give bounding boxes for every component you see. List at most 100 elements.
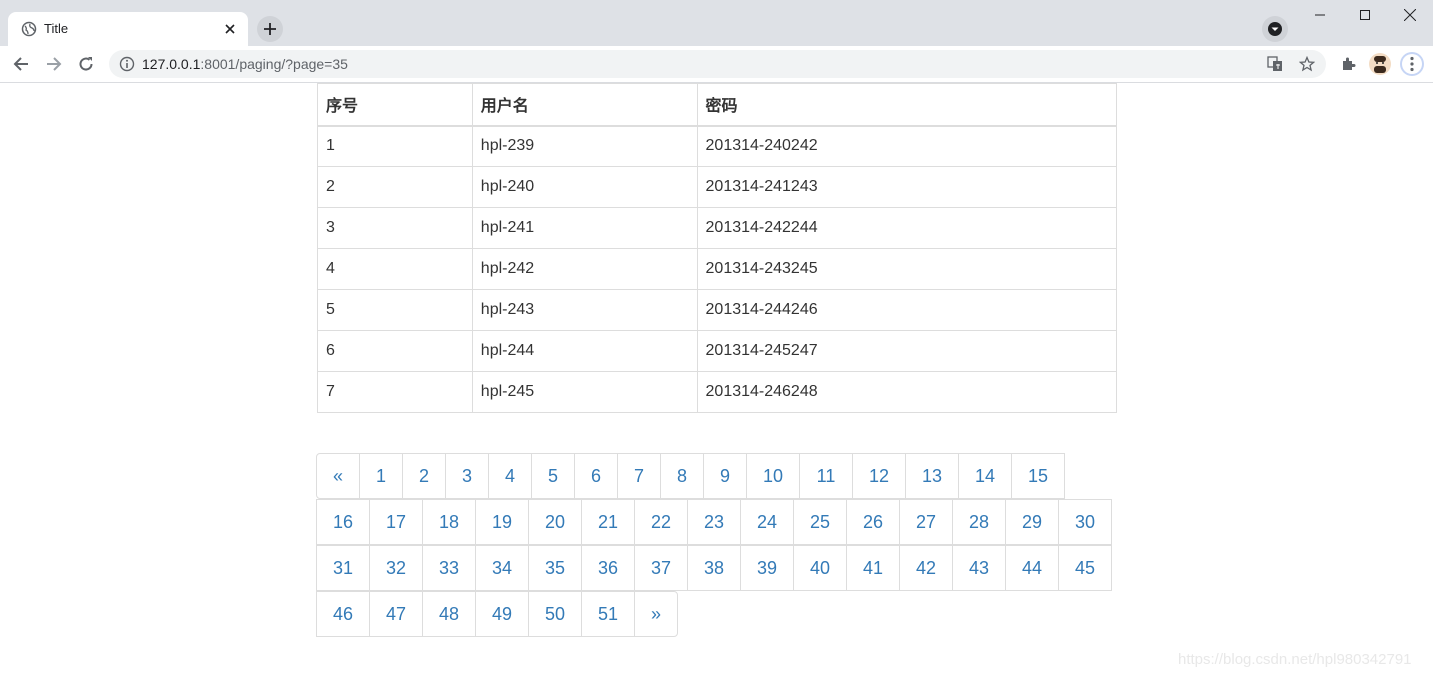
page-content: 序号 用户名 密码 1 hpl-239 201314-240242 2 hpl-240… <box>0 83 1433 679</box>
address-bar[interactable]: 127.0.0.1:8001/paging/?page=35 <box>109 50 1326 78</box>
table-row: 4 hpl-242 201314-243245 <box>317 248 1118 290</box>
cell-index: 7 <box>317 371 473 413</box>
pagination-page-23[interactable]: 23 <box>687 499 741 545</box>
pagination-page-5[interactable]: 5 <box>531 453 575 499</box>
table-row: 5 hpl-243 201314-244246 <box>317 289 1118 331</box>
pagination-page-32[interactable]: 32 <box>369 545 423 591</box>
pagination-page-9[interactable]: 9 <box>703 453 747 499</box>
pagination-page-46[interactable]: 46 <box>316 591 370 637</box>
more-menu-icon[interactable] <box>1400 52 1424 76</box>
pagination-page-47[interactable]: 47 <box>369 591 423 637</box>
table-row: 3 hpl-241 201314-242244 <box>317 207 1118 249</box>
pagination-page-39[interactable]: 39 <box>740 545 794 591</box>
pagination-page-19[interactable]: 19 <box>475 499 529 545</box>
pagination-page-33[interactable]: 33 <box>422 545 476 591</box>
cell-password: 201314-242244 <box>696 207 1118 249</box>
cell-password: 201314-246248 <box>696 371 1118 413</box>
pagination-page-35[interactable]: 35 <box>528 545 582 591</box>
info-icon[interactable] <box>119 56 135 72</box>
pagination-page-18[interactable]: 18 <box>422 499 476 545</box>
pagination-page-51[interactable]: 51 <box>581 591 635 637</box>
cell-username: hpl-243 <box>471 289 698 331</box>
cell-username: hpl-239 <box>471 125 698 167</box>
column-header-index: 序号 <box>317 83 473 127</box>
cell-username: hpl-241 <box>471 207 698 249</box>
cell-password: 201314-244246 <box>696 289 1118 331</box>
translate-icon[interactable] <box>1266 55 1284 73</box>
pagination-page-28[interactable]: 28 <box>952 499 1006 545</box>
table-row: 1 hpl-239 201314-240242 <box>317 125 1118 167</box>
forward-button[interactable] <box>40 50 68 78</box>
avatar[interactable] <box>1368 52 1392 76</box>
pagination-page-29[interactable]: 29 <box>1005 499 1059 545</box>
pagination-page-42[interactable]: 42 <box>899 545 953 591</box>
pagination-page-36[interactable]: 36 <box>581 545 635 591</box>
new-tab-button[interactable] <box>257 16 283 42</box>
pagination-next[interactable]: » <box>634 591 678 637</box>
pagination-page-2[interactable]: 2 <box>402 453 446 499</box>
pagination-page-41[interactable]: 41 <box>846 545 900 591</box>
extensions-icon[interactable] <box>1336 52 1360 76</box>
pagination-page-13[interactable]: 13 <box>905 453 959 499</box>
close-window-button[interactable] <box>1387 0 1433 30</box>
pagination-page-4[interactable]: 4 <box>488 453 532 499</box>
pagination-page-16[interactable]: 16 <box>316 499 370 545</box>
minimize-button[interactable] <box>1297 0 1343 30</box>
pagination-page-25[interactable]: 25 <box>793 499 847 545</box>
maximize-button[interactable] <box>1342 0 1388 30</box>
cell-password: 201314-240242 <box>696 125 1118 167</box>
pagination-page-37[interactable]: 37 <box>634 545 688 591</box>
pagination-page-30[interactable]: 30 <box>1058 499 1112 545</box>
pagination-page-15[interactable]: 15 <box>1011 453 1065 499</box>
column-header-username: 用户名 <box>471 83 698 127</box>
pagination-page-12[interactable]: 12 <box>852 453 906 499</box>
browser-tab[interactable]: Title <box>8 12 248 46</box>
pagination-prev[interactable]: « <box>316 453 360 499</box>
cell-username: hpl-242 <box>471 248 698 290</box>
tab-title: Title <box>44 21 69 36</box>
back-button[interactable] <box>7 50 35 78</box>
pagination-page-11[interactable]: 11 <box>799 453 853 499</box>
pagination-page-49[interactable]: 49 <box>475 591 529 637</box>
pagination-page-17[interactable]: 17 <box>369 499 423 545</box>
pagination-page-50[interactable]: 50 <box>528 591 582 637</box>
pagination-page-22[interactable]: 22 <box>634 499 688 545</box>
pagination-page-8[interactable]: 8 <box>660 453 704 499</box>
pagination-page-6[interactable]: 6 <box>574 453 618 499</box>
globe-icon <box>21 21 37 37</box>
pagination-page-1[interactable]: 1 <box>359 453 403 499</box>
pagination-page-34[interactable]: 34 <box>475 545 529 591</box>
pagination-page-44[interactable]: 44 <box>1005 545 1059 591</box>
cell-password: 201314-243245 <box>696 248 1118 290</box>
url-text[interactable]: 127.0.0.1:8001/paging/?page=35 <box>142 56 348 72</box>
cell-index: 6 <box>317 330 473 372</box>
pagination-page-38[interactable]: 38 <box>687 545 741 591</box>
pagination-page-21[interactable]: 21 <box>581 499 635 545</box>
cell-password: 201314-245247 <box>696 330 1118 372</box>
pagination-page-40[interactable]: 40 <box>793 545 847 591</box>
pagination-page-43[interactable]: 43 <box>952 545 1006 591</box>
column-header-password: 密码 <box>696 83 1118 127</box>
pagination-page-31[interactable]: 31 <box>316 545 370 591</box>
pagination-page-7[interactable]: 7 <box>617 453 661 499</box>
pagination-page-20[interactable]: 20 <box>528 499 582 545</box>
pagination-page-3[interactable]: 3 <box>445 453 489 499</box>
reload-button[interactable] <box>72 50 100 78</box>
tab-search-button[interactable] <box>1262 16 1288 42</box>
table-row: 7 hpl-245 201314-246248 <box>317 371 1118 413</box>
pagination-page-45[interactable]: 45 <box>1058 545 1112 591</box>
close-icon[interactable] <box>220 19 240 39</box>
cell-index: 2 <box>317 166 473 208</box>
cell-username: hpl-240 <box>471 166 698 208</box>
cell-username: hpl-244 <box>471 330 698 372</box>
pagination-page-27[interactable]: 27 <box>899 499 953 545</box>
pagination-page-26[interactable]: 26 <box>846 499 900 545</box>
pagination-page-24[interactable]: 24 <box>740 499 794 545</box>
cell-index: 1 <box>317 125 473 167</box>
watermark: https://blog.csdn.net/hpl980342791 <box>1178 651 1412 668</box>
pagination-page-48[interactable]: 48 <box>422 591 476 637</box>
table-row: 2 hpl-240 201314-241243 <box>317 166 1118 208</box>
pagination-page-14[interactable]: 14 <box>958 453 1012 499</box>
star-icon[interactable] <box>1298 55 1316 73</box>
pagination-page-10[interactable]: 10 <box>746 453 800 499</box>
